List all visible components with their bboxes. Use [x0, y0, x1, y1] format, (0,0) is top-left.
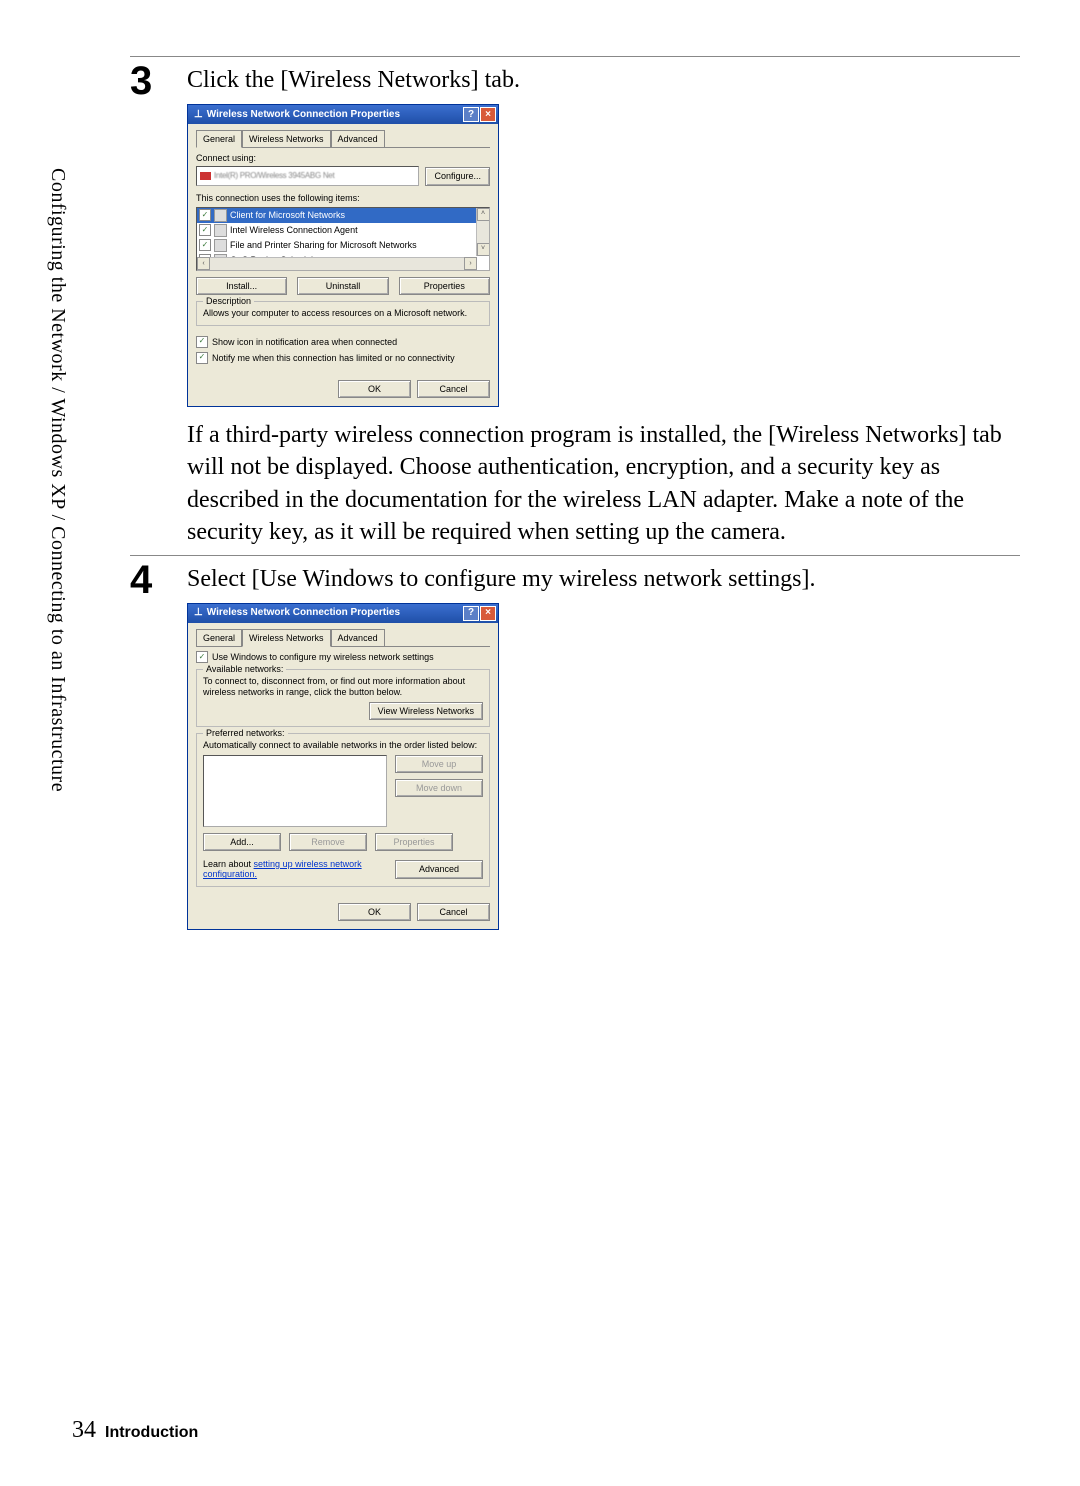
preferred-networks-listbox[interactable]: [203, 755, 387, 827]
checkbox-icon[interactable]: ✓: [199, 239, 211, 251]
step-4-number: 4: [130, 560, 185, 600]
checkbox-icon[interactable]: ✓: [196, 336, 208, 348]
checkbox-icon[interactable]: ✓: [196, 352, 208, 364]
add-button[interactable]: Add...: [203, 833, 281, 851]
tab-general[interactable]: General: [196, 130, 242, 148]
scroll-up-icon[interactable]: ˄: [477, 208, 490, 221]
use-windows-checkbox-label: Use Windows to configure my wireless net…: [212, 651, 434, 663]
configure-button[interactable]: Configure...: [425, 167, 490, 185]
cancel-button[interactable]: Cancel: [417, 903, 490, 921]
checkbox-icon[interactable]: ✓: [199, 209, 211, 221]
connect-using-label: Connect using:: [196, 152, 490, 164]
properties-button[interactable]: Properties: [399, 277, 490, 295]
dialog-1-titlebar: ⊥ Wireless Network Connection Properties…: [188, 105, 498, 124]
list-item[interactable]: ✓ Client for Microsoft Networks: [197, 208, 489, 223]
tab-wireless-networks[interactable]: Wireless Networks: [242, 130, 331, 147]
preferred-networks-title: Preferred networks:: [203, 727, 288, 739]
move-down-button[interactable]: Move down: [395, 779, 483, 797]
step-4-title: Select [Use Windows to configure my wire…: [187, 564, 1020, 595]
scroll-left-icon[interactable]: ‹: [197, 257, 210, 270]
sidebar-breadcrumb: Configuring the Network / Windows XP / C…: [46, 168, 69, 792]
checkbox-icon[interactable]: ✓: [196, 651, 208, 663]
view-wireless-networks-button[interactable]: View Wireless Networks: [369, 702, 483, 720]
close-icon[interactable]: ×: [480, 606, 496, 621]
component-icon: [214, 239, 227, 252]
tab-wireless-networks[interactable]: Wireless Networks: [242, 629, 331, 647]
nic-icon: [200, 172, 211, 180]
adapter-field: Intel(R) PRO/Wireless 3945ABG Net: [196, 166, 419, 186]
notify-checkbox-label: Notify me when this connection has limit…: [212, 352, 455, 364]
tab-general[interactable]: General: [196, 629, 242, 646]
list-item-label: File and Printer Sharing for Microsoft N…: [230, 239, 417, 251]
advanced-button[interactable]: Advanced: [395, 860, 483, 878]
adapter-name: Intel(R) PRO/Wireless 3945ABG Net: [214, 171, 334, 182]
wireless-icon: ⊥: [194, 108, 203, 122]
list-item[interactable]: ✓ Intel Wireless Connection Agent: [197, 223, 489, 238]
dialog-2-title: Wireless Network Connection Properties: [207, 606, 400, 620]
step-3-body: If a third-party wireless connection pro…: [187, 419, 1020, 549]
list-item[interactable]: ✓ File and Printer Sharing for Microsoft…: [197, 238, 489, 253]
step-3-number: 3: [130, 61, 185, 101]
dialog-1-title: Wireless Network Connection Properties: [207, 108, 400, 122]
ok-button[interactable]: OK: [338, 903, 411, 921]
step-3: 3 Click the [Wireless Networks] tab. ⊥ W…: [130, 56, 1020, 549]
page-footer: 34 Introduction: [72, 1417, 198, 1444]
step-3-title: Click the [Wireless Networks] tab.: [187, 65, 1020, 96]
help-icon[interactable]: ?: [463, 606, 479, 621]
dialog-1-figure: ⊥ Wireless Network Connection Properties…: [187, 104, 1020, 407]
xp-dialog-1: ⊥ Wireless Network Connection Properties…: [187, 104, 499, 407]
move-up-button[interactable]: Move up: [395, 755, 483, 773]
section-title: Introduction: [105, 1424, 198, 1441]
component-icon: [214, 224, 227, 237]
description-title: Description: [203, 295, 254, 307]
checkbox-icon[interactable]: ✓: [199, 224, 211, 236]
description-group: Description Allows your computer to acce…: [196, 301, 490, 326]
dialog-1-tabs: General Wireless Networks Advanced: [196, 130, 490, 148]
description-text: Allows your computer to access resources…: [203, 308, 483, 319]
page-number: 34: [72, 1417, 96, 1443]
horizontal-scrollbar[interactable]: ‹ ›: [197, 257, 477, 270]
dialog-2-tabs: General Wireless Networks Advanced: [196, 629, 490, 647]
help-icon[interactable]: ?: [463, 107, 479, 122]
tab-advanced[interactable]: Advanced: [331, 130, 385, 147]
scroll-down-icon[interactable]: ˅: [477, 243, 490, 256]
available-networks-group: Available networks: To connect to, disco…: [196, 669, 490, 727]
component-icon: [214, 209, 227, 222]
available-networks-text: To connect to, disconnect from, or find …: [203, 676, 483, 698]
list-item-label: Intel Wireless Connection Agent: [230, 224, 358, 236]
learn-label: Learn about: [203, 859, 254, 869]
uninstall-button[interactable]: Uninstall: [297, 277, 388, 295]
show-icon-checkbox-label: Show icon in notification area when conn…: [212, 336, 397, 348]
ok-button[interactable]: OK: [338, 380, 411, 398]
xp-dialog-2: ⊥ Wireless Network Connection Properties…: [187, 603, 499, 931]
cancel-button[interactable]: Cancel: [417, 380, 490, 398]
dialog-2-titlebar: ⊥ Wireless Network Connection Properties…: [188, 604, 498, 623]
properties-button[interactable]: Properties: [375, 833, 453, 851]
available-networks-title: Available networks:: [203, 663, 286, 675]
step-4: 4 Select [Use Windows to configure my wi…: [130, 555, 1020, 931]
preferred-networks-text: Automatically connect to available netwo…: [203, 740, 483, 751]
wireless-icon: ⊥: [194, 606, 203, 620]
close-icon[interactable]: ×: [480, 107, 496, 122]
dialog-2-figure: ⊥ Wireless Network Connection Properties…: [187, 603, 1020, 931]
scroll-right-icon[interactable]: ›: [464, 257, 477, 270]
items-label: This connection uses the following items…: [196, 192, 490, 204]
items-listbox[interactable]: ✓ Client for Microsoft Networks ✓ Intel …: [196, 207, 490, 271]
list-item-label: Client for Microsoft Networks: [230, 209, 345, 221]
preferred-networks-group: Preferred networks: Automatically connec…: [196, 733, 490, 888]
install-button[interactable]: Install...: [196, 277, 287, 295]
vertical-scrollbar[interactable]: ˄ ˅: [476, 208, 489, 256]
tab-advanced[interactable]: Advanced: [331, 629, 385, 646]
remove-button[interactable]: Remove: [289, 833, 367, 851]
